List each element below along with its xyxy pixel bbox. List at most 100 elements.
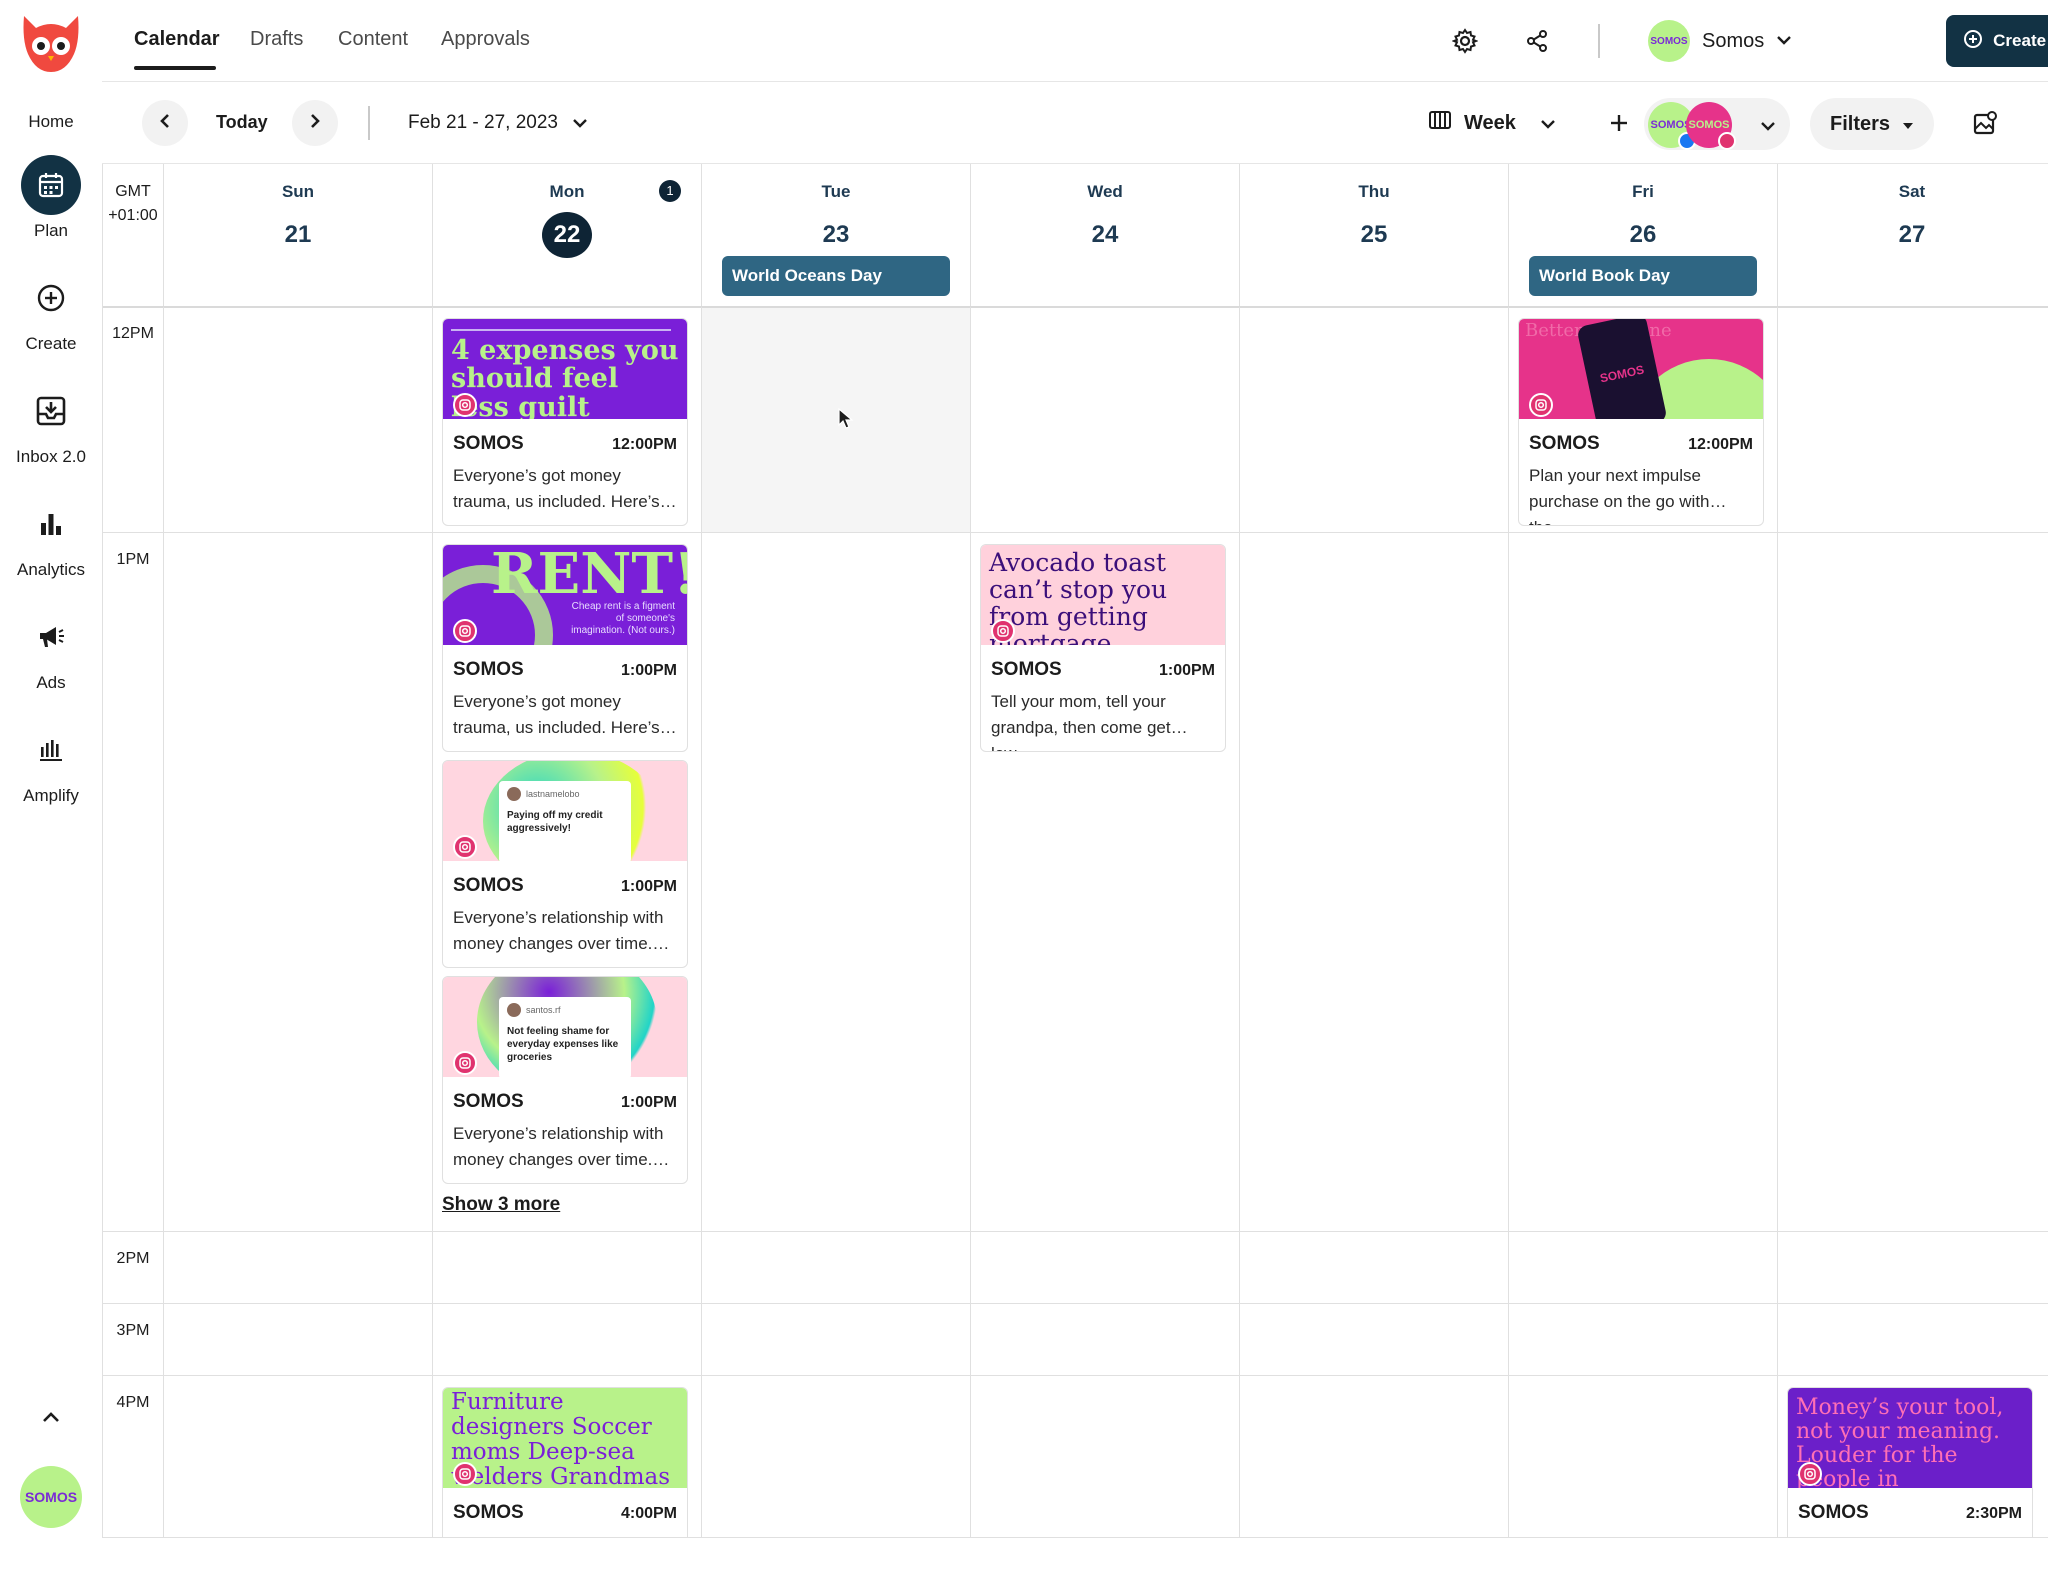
- sidebar-item-create[interactable]: Create: [0, 268, 102, 354]
- date-range-picker[interactable]: Feb 21 - 27, 2023: [408, 112, 588, 134]
- day-name: Wed: [1087, 182, 1123, 201]
- account-switcher[interactable]: SOMOS Somos: [1648, 20, 1792, 62]
- sidebar-item-ads[interactable]: Ads: [0, 607, 102, 693]
- day-header-mon[interactable]: Mon 22 1: [432, 164, 701, 307]
- column-divider: [1508, 307, 1509, 1537]
- thumbnail-username: lastnamelobo: [526, 789, 580, 799]
- post-account: SOMOS: [453, 433, 524, 454]
- profile-selector[interactable]: SOMOS SOMOS: [1644, 98, 1790, 150]
- hover-slot-highlight[interactable]: [702, 307, 970, 532]
- row-divider: [103, 532, 2048, 533]
- post-caption: Everyone’s got money trauma, us included…: [453, 692, 677, 737]
- sidebar-item-amplify[interactable]: Amplify: [0, 720, 102, 806]
- time-label-3pm: 3PM: [116, 1322, 150, 1339]
- day-header-wed[interactable]: Wed 24: [970, 164, 1239, 307]
- sidebar-item-home[interactable]: Home: [0, 74, 102, 132]
- thumbnail-arrow-line: [451, 329, 671, 331]
- today-button[interactable]: Today: [216, 112, 268, 133]
- post-card[interactable]: RENT! Cheap rent is a figment of someone…: [442, 544, 688, 752]
- post-card[interactable]: Furniture designers Soccer moms Deep-sea…: [442, 1387, 688, 1537]
- post-account: SOMOS: [1529, 433, 1600, 454]
- account-name: Somos: [1702, 29, 1765, 52]
- export-image-icon[interactable]: [1968, 106, 2002, 140]
- sidebar-item-inbox[interactable]: Inbox 2.0: [0, 381, 102, 467]
- account-avatar: SOMOS: [1648, 20, 1690, 62]
- time-label-12pm: 12PM: [112, 325, 154, 342]
- timezone-gmt: GMT: [115, 183, 151, 200]
- sidebar-account-avatar[interactable]: SOMOS: [20, 1466, 82, 1528]
- active-tab-indicator: [134, 66, 216, 70]
- settings-gear-icon[interactable]: [1448, 24, 1482, 58]
- tab-approvals[interactable]: Approvals: [441, 28, 530, 51]
- add-profile-plus-icon[interactable]: [1602, 106, 1636, 140]
- sidebar-item-plan[interactable]: Plan: [0, 155, 102, 241]
- thumbnail-username: santos.rf: [526, 1005, 561, 1015]
- thumbnail-subtext: Cheap rent is a figment of someone's ima…: [571, 601, 675, 636]
- post-account: SOMOS: [453, 1091, 524, 1112]
- post-card[interactable]: Avocado toast can’t stop you from gettin…: [980, 544, 1226, 752]
- post-card[interactable]: lastnamelobo Paying off my credit aggres…: [442, 760, 688, 968]
- post-account: SOMOS: [991, 659, 1062, 680]
- owl-logo-icon[interactable]: [16, 10, 86, 80]
- plus-circle-icon: [21, 268, 81, 328]
- sidebar-item-label: Plan: [33, 221, 69, 240]
- post-caption: [1788, 1524, 2032, 1537]
- sidebar-item-analytics[interactable]: Analytics: [0, 494, 102, 580]
- post-time: 1:00PM: [620, 1094, 677, 1111]
- thumbnail-tweet-text: Not feeling shame for everyday expenses …: [507, 1026, 619, 1063]
- post-account: SOMOS: [453, 1502, 524, 1523]
- day-header-fri[interactable]: Fri 26 World Book Day: [1508, 164, 1777, 307]
- previous-week-button[interactable]: [142, 100, 188, 146]
- post-account: SOMOS: [1798, 1502, 1869, 1523]
- mouse-cursor-icon: [838, 407, 854, 435]
- share-icon[interactable]: [1520, 24, 1554, 58]
- tab-content[interactable]: Content: [338, 28, 408, 51]
- post-caption: Everyone’s relationship with money chang…: [453, 908, 670, 953]
- post-caption: Tell your mom, tell your grandpa, then c…: [991, 692, 1171, 751]
- post-account: SOMOS: [453, 659, 524, 680]
- next-week-button[interactable]: [292, 100, 338, 146]
- holiday-event-world-book-day[interactable]: World Book Day: [1529, 256, 1757, 296]
- collapse-chevron-up-icon[interactable]: [36, 1402, 66, 1432]
- instagram-icon: [1798, 1462, 1822, 1486]
- post-thumbnail: lastnamelobo Paying off my credit aggres…: [443, 761, 687, 861]
- create-post-button[interactable]: Create a post: [1946, 15, 2048, 67]
- post-card[interactable]: santos.rf Not feeling shame for everyday…: [442, 976, 688, 1184]
- post-thumbnail: Avocado toast can’t stop you from gettin…: [981, 545, 1225, 645]
- day-header-sat[interactable]: Sat 27: [1777, 164, 2046, 307]
- post-card[interactable]: Better everyone SOMOS SOMOS 12:00PM Plan …: [1518, 318, 1764, 526]
- toolbar-divider: [368, 106, 370, 140]
- view-label: Week: [1464, 111, 1516, 134]
- post-card[interactable]: Money’s your tool, not your meaning. Lou…: [1787, 1387, 2033, 1537]
- day-header-tue[interactable]: Tue 23 World Oceans Day: [701, 164, 970, 307]
- time-label-1pm: 1PM: [116, 551, 150, 568]
- post-caption: Plan your next impulse purchase on the g…: [1529, 466, 1710, 525]
- thumbnail-tweet-card: lastnamelobo Paying off my credit aggres…: [499, 781, 631, 861]
- sidebar-item-label: Inbox 2.0: [16, 447, 86, 466]
- chevron-down-icon: [572, 112, 588, 134]
- holiday-event-world-oceans-day[interactable]: World Oceans Day: [722, 256, 950, 296]
- sidebar-item-label: Amplify: [23, 786, 79, 805]
- sidebar-item-label: Create: [25, 334, 77, 353]
- day-header-thu[interactable]: Thu 25: [1239, 164, 1508, 307]
- instagram-icon: [453, 619, 477, 643]
- column-divider: [432, 307, 433, 1537]
- week-columns-icon: [1428, 110, 1452, 136]
- amplify-icon: [21, 720, 81, 780]
- tab-drafts[interactable]: Drafts: [250, 28, 303, 51]
- post-caption: Everyone’s relationship with money chang…: [453, 1124, 670, 1169]
- thumbnail-headline: RENT!: [491, 545, 687, 607]
- filters-button[interactable]: Filters: [1810, 98, 1934, 150]
- show-more-link[interactable]: Show 3 more: [442, 1194, 560, 1216]
- thumbnail-headline: Avocado toast can’t stop you from gettin…: [989, 548, 1168, 645]
- thumbnail-tweet-text: Paying off my credit aggressively!: [507, 810, 603, 834]
- date-range-label: Feb 21 - 27, 2023: [408, 112, 558, 133]
- day-name: Thu: [1358, 182, 1390, 201]
- tab-calendar[interactable]: Calendar: [134, 28, 220, 51]
- view-selector[interactable]: Week: [1428, 110, 1556, 136]
- column-divider: [1239, 307, 1240, 1537]
- day-number: 21: [284, 221, 312, 248]
- post-card[interactable]: 4 expenses you should feel less guilt ab…: [442, 318, 688, 526]
- day-header-sun[interactable]: Sun 21: [163, 164, 432, 307]
- inbox-icon: [21, 381, 81, 441]
